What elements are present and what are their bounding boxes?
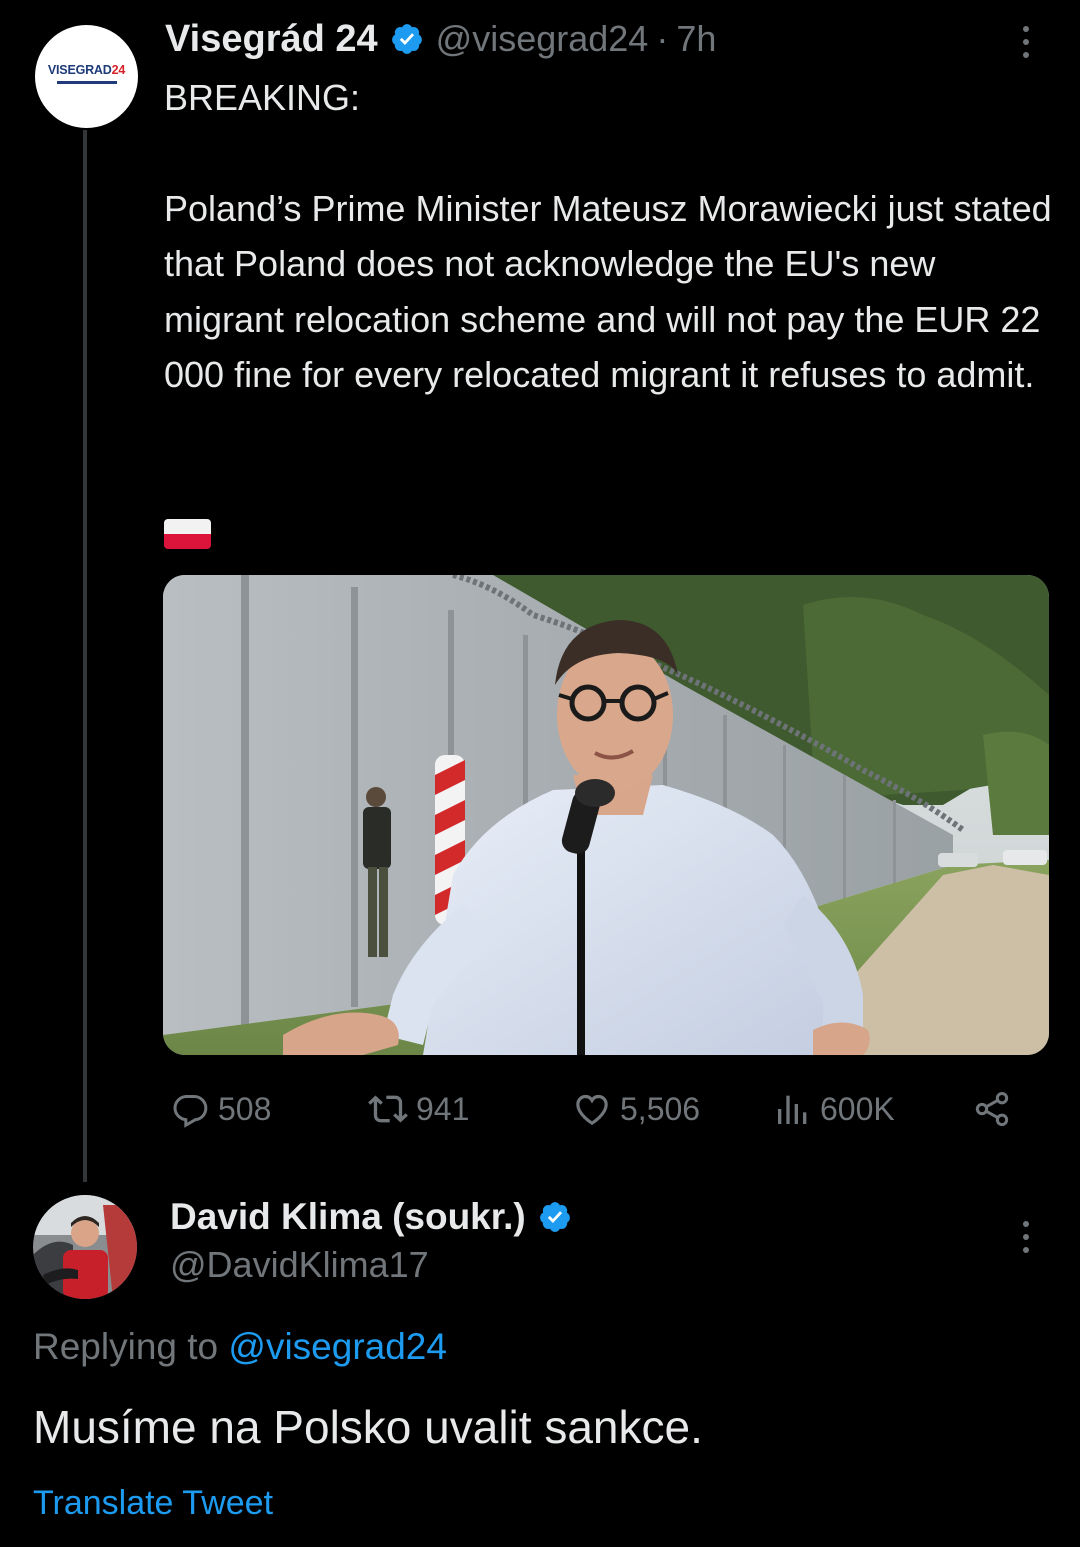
author-handle[interactable]: @visegrad24 bbox=[436, 18, 649, 60]
reply-bubble-icon bbox=[173, 1095, 208, 1128]
tweet-photo[interactable] bbox=[163, 575, 1049, 1055]
replying-to-mention-link[interactable]: @visegrad24 bbox=[228, 1326, 447, 1367]
photo-speaker-border-fence-icon bbox=[163, 575, 1049, 1055]
view-count: 600K bbox=[820, 1090, 895, 1127]
views-button[interactable]: 600K bbox=[772, 1088, 895, 1130]
reply-more-options-icon[interactable] bbox=[1016, 1217, 1036, 1257]
translate-tweet-link[interactable]: Translate Tweet bbox=[33, 1484, 273, 1523]
more-options-icon[interactable] bbox=[1016, 22, 1036, 62]
tweet-main-text: Poland’s Prime Minister Mateusz Morawiec… bbox=[164, 187, 1052, 396]
tweet-timestamp[interactable]: 7h bbox=[676, 18, 716, 60]
retweet-icon bbox=[368, 1095, 408, 1123]
reply-header: David Klima (soukr.) bbox=[170, 1192, 572, 1242]
separator-dot: · bbox=[656, 18, 669, 59]
avatar-logo-bar bbox=[57, 81, 117, 84]
author-avatar[interactable]: VISEGRAD24 bbox=[35, 25, 138, 128]
like-button[interactable]: 5,506 bbox=[570, 1088, 700, 1130]
tweet-headline: BREAKING: bbox=[164, 77, 361, 118]
replying-to-line: Replying to @visegrad24 bbox=[33, 1326, 447, 1368]
verified-badge-icon[interactable] bbox=[538, 1200, 572, 1234]
tweet-body: BREAKING: Poland’s Prime Minister Mateus… bbox=[164, 70, 1054, 403]
reply-button[interactable]: 508 bbox=[168, 1088, 271, 1130]
like-count: 5,506 bbox=[620, 1090, 701, 1127]
avatar-logo-text: VISEGRAD24 bbox=[47, 63, 126, 77]
retweet-button[interactable]: 941 bbox=[366, 1088, 469, 1130]
reply-author-display-name[interactable]: David Klima (soukr.) bbox=[170, 1196, 526, 1238]
reply-count: 508 bbox=[218, 1090, 272, 1127]
thread-connector-line bbox=[83, 130, 87, 1182]
author-display-name[interactable]: Visegrád 24 bbox=[165, 18, 378, 61]
poland-flag-icon bbox=[164, 519, 211, 549]
reply-body-text: Musíme na Polsko uvalit sankce. bbox=[33, 1401, 703, 1453]
reply-author-avatar[interactable] bbox=[33, 1195, 137, 1299]
analytics-bars-icon bbox=[778, 1095, 807, 1124]
reply-author-handle[interactable]: @DavidKlima17 bbox=[170, 1244, 429, 1286]
heart-icon bbox=[576, 1094, 608, 1126]
avatar-man-in-car-icon bbox=[33, 1195, 137, 1299]
share-button[interactable] bbox=[970, 1088, 1020, 1130]
tweet-header: Visegrád 24 @visegrad24 · 7h bbox=[165, 16, 716, 62]
verified-badge-icon[interactable] bbox=[390, 22, 424, 56]
replying-to-label: Replying to bbox=[33, 1326, 219, 1367]
retweet-count: 941 bbox=[416, 1090, 470, 1127]
share-icon bbox=[975, 1092, 1009, 1126]
